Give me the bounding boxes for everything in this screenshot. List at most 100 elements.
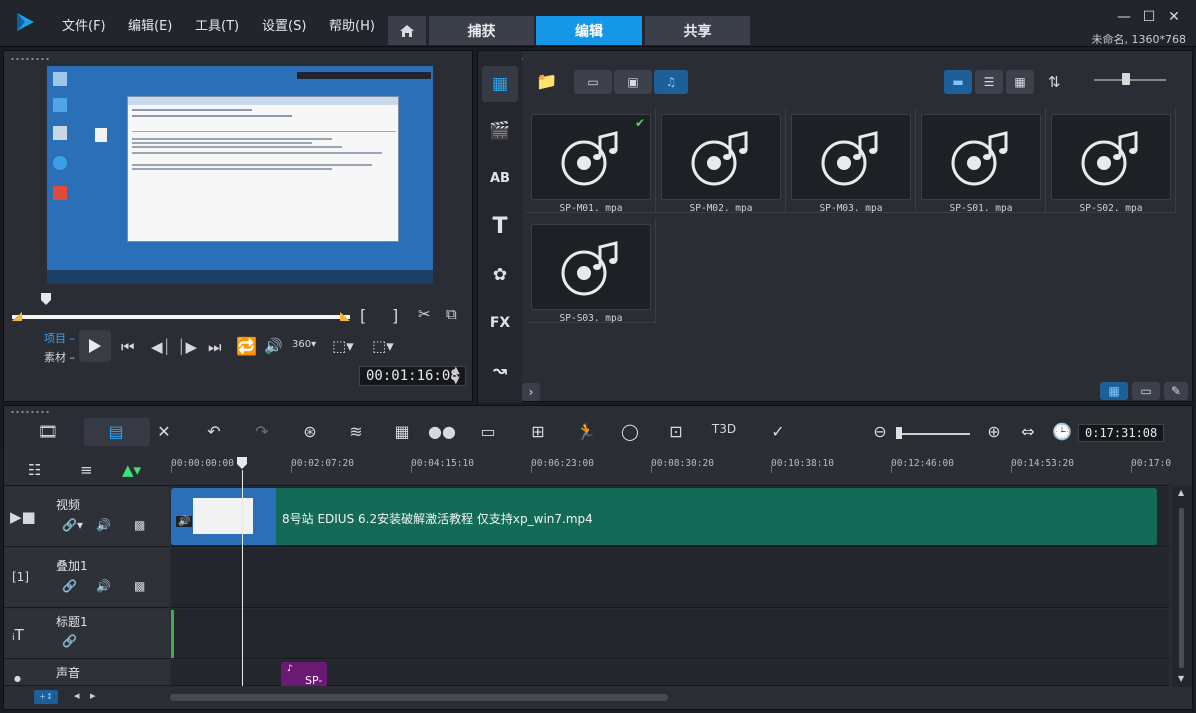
menu-help[interactable]: 帮助(H) [329, 15, 375, 34]
scissors-icon[interactable]: ✂ [418, 305, 431, 323]
link-icon[interactable]: 🔗 [62, 579, 77, 593]
home-button[interactable] [388, 16, 426, 45]
ruler-tick [1131, 465, 1132, 473]
menu-edit[interactable]: 编辑(E) [128, 15, 172, 34]
play-button[interactable] [79, 330, 111, 362]
go-to-end-icon[interactable]: ⏭ [208, 338, 222, 356]
playhead-handle[interactable] [236, 456, 248, 470]
minimize-icon[interactable]: — [1115, 8, 1133, 26]
path-motion-icon[interactable]: ↝ [482, 353, 518, 389]
track-label: 视频 [56, 498, 81, 512]
media-library-icon[interactable]: ▦ [482, 66, 518, 102]
ruler-tick [651, 465, 652, 473]
grid-view-button[interactable]: ▦ [1006, 70, 1034, 94]
audio-clip[interactable]: ♪ SP- [281, 662, 327, 686]
panel-grip[interactable] [10, 56, 50, 62]
instant-project-icon[interactable]: 🎬 [482, 113, 518, 149]
filter-audio-button[interactable]: ♫ [654, 70, 688, 94]
list-icon: ☰ [983, 75, 995, 89]
filter-image-button[interactable]: ▣ [614, 70, 652, 94]
ripple-icon[interactable]: ▩ [134, 579, 145, 593]
menu-settings[interactable]: 设置(S) [262, 15, 306, 34]
mute-icon[interactable]: 🔊 [96, 518, 111, 532]
crop-select-icon[interactable]: ⬚▾ [372, 337, 394, 355]
tab-edit[interactable]: 编辑 [536, 16, 642, 45]
ruler-tick [171, 465, 172, 473]
project-mode-label[interactable]: 项目 – [44, 330, 75, 346]
library-clip-name: SP-S02. mpa [1079, 203, 1143, 214]
desktop-recycle-icon [53, 126, 67, 140]
volume-icon[interactable]: 🔊 [264, 337, 283, 355]
aspect-ratio-icon[interactable]: ⬚▾ [332, 337, 354, 355]
timeline-ruler[interactable]: 00:00:00:00 00:02:07:20 00:04:15:10 00:06:2… [4, 406, 1171, 486]
horizontal-scrollbar[interactable] [170, 694, 668, 701]
mark-out-button[interactable]: ] [392, 306, 398, 325]
go-to-start-icon[interactable]: ⏮ [121, 338, 135, 356]
thumbnail-size-slider[interactable] [1094, 79, 1166, 81]
360-view-icon[interactable]: 360▾ [292, 339, 316, 350]
transition-icon[interactable]: AB [482, 161, 518, 197]
desktop-file-icon [95, 128, 107, 142]
insert-track-icon[interactable]: +↕ [34, 690, 58, 704]
tab-share[interactable]: 共享 [645, 16, 750, 45]
list-view-button[interactable]: ☰ [975, 70, 1003, 94]
video-clip[interactable]: 🔊 8号站 EDIUS 6.2安装破解激活教程 仅支持xp_win7.mp4 [171, 488, 1157, 545]
checkmark-icon: ✔ [634, 116, 645, 130]
graphics-icon[interactable]: ✿ [482, 257, 518, 293]
library-clip[interactable]: SP-S01. mpa [916, 109, 1046, 214]
library-clip[interactable]: SP-S02. mpa [1046, 109, 1176, 214]
edit-pencil-icon[interactable]: ✎ [1164, 382, 1188, 400]
timecode-spinner-icon[interactable]: ▲ ▼ [452, 366, 460, 386]
menu-tools[interactable]: 工具(T) [195, 15, 239, 34]
grid-icon: ▦ [1014, 75, 1026, 89]
mute-icon[interactable]: 🔊 [96, 579, 111, 593]
music-clip-icon: ♪ [287, 664, 293, 674]
copy-icon[interactable]: ⧉ [446, 305, 457, 323]
previous-frame-icon[interactable]: ◀⏐ [151, 338, 171, 356]
repeat-icon[interactable]: 🔁 [236, 337, 257, 357]
playhead-line [242, 470, 243, 686]
close-icon[interactable]: ✕ [1165, 8, 1183, 26]
mark-in-button[interactable]: [ [360, 306, 366, 325]
library-clip-name: SP-S03. mpa [559, 313, 623, 324]
scroll-right-icon[interactable]: ▸ [90, 689, 96, 702]
clip-mode-label[interactable]: 素材 – [44, 349, 75, 365]
library-clip-name: SP-S01. mpa [949, 203, 1013, 214]
library-clip[interactable]: SP-S03. mpa [526, 219, 656, 324]
menu-file[interactable]: 文件(F) [62, 15, 106, 34]
link-icon[interactable]: 🔗▾ [62, 518, 83, 532]
next-frame-icon[interactable]: ⏐▶ [177, 338, 197, 356]
track-head-voice[interactable] [4, 660, 169, 686]
title-bar: 文件(F) 编辑(E) 工具(T) 设置(S) 帮助(H) 捕获 编辑 共享 —… [0, 0, 1196, 47]
add-folder-icon[interactable]: 📁 [536, 72, 557, 92]
ripple-icon[interactable]: ▩ [134, 518, 145, 532]
app-logo-icon [17, 13, 34, 31]
preview-screen[interactable] [47, 66, 433, 284]
sort-icon[interactable]: ⇅ [1048, 73, 1061, 91]
library-layout-1-icon[interactable]: ▦ [1100, 382, 1128, 400]
library-clip[interactable]: ✔ SP-M01. mpa [526, 109, 656, 214]
track-title[interactable] [171, 609, 1169, 659]
maximize-icon[interactable]: ☐ [1140, 8, 1158, 26]
library-clip[interactable]: SP-M03. mpa [786, 109, 916, 214]
library-clip[interactable]: SP-M02. mpa [656, 109, 786, 214]
track-overlay[interactable] [171, 548, 1169, 608]
audio-clip-thumbnail [921, 114, 1041, 200]
scrub-handle[interactable] [40, 292, 52, 306]
filter-video-button[interactable]: ▭ [574, 70, 612, 94]
vertical-scrollbar[interactable]: ▲ ▼ [1172, 486, 1192, 688]
project-info: 未命名, 1360*768 [1091, 33, 1186, 46]
link-icon[interactable]: 🔗 [62, 634, 77, 648]
scrub-bar[interactable] [12, 309, 350, 321]
fx-filter-icon[interactable]: FX [482, 305, 518, 341]
thumbnail-view-button[interactable]: ▬ [944, 70, 972, 94]
audio-clip-title: SP- [305, 674, 323, 686]
title-icon[interactable]: T [482, 209, 518, 245]
scroll-left-icon[interactable]: ◂ [74, 689, 80, 702]
thumbnail-size-handle[interactable] [1122, 73, 1130, 85]
tab-capture[interactable]: 捕获 [429, 16, 534, 45]
expand-library-icon[interactable]: › [522, 383, 540, 401]
audio-clip-thumbnail [661, 114, 781, 200]
preview-timecode[interactable]: 00:01:16:08 [359, 366, 466, 386]
library-layout-2-icon[interactable]: ▭ [1132, 382, 1160, 400]
